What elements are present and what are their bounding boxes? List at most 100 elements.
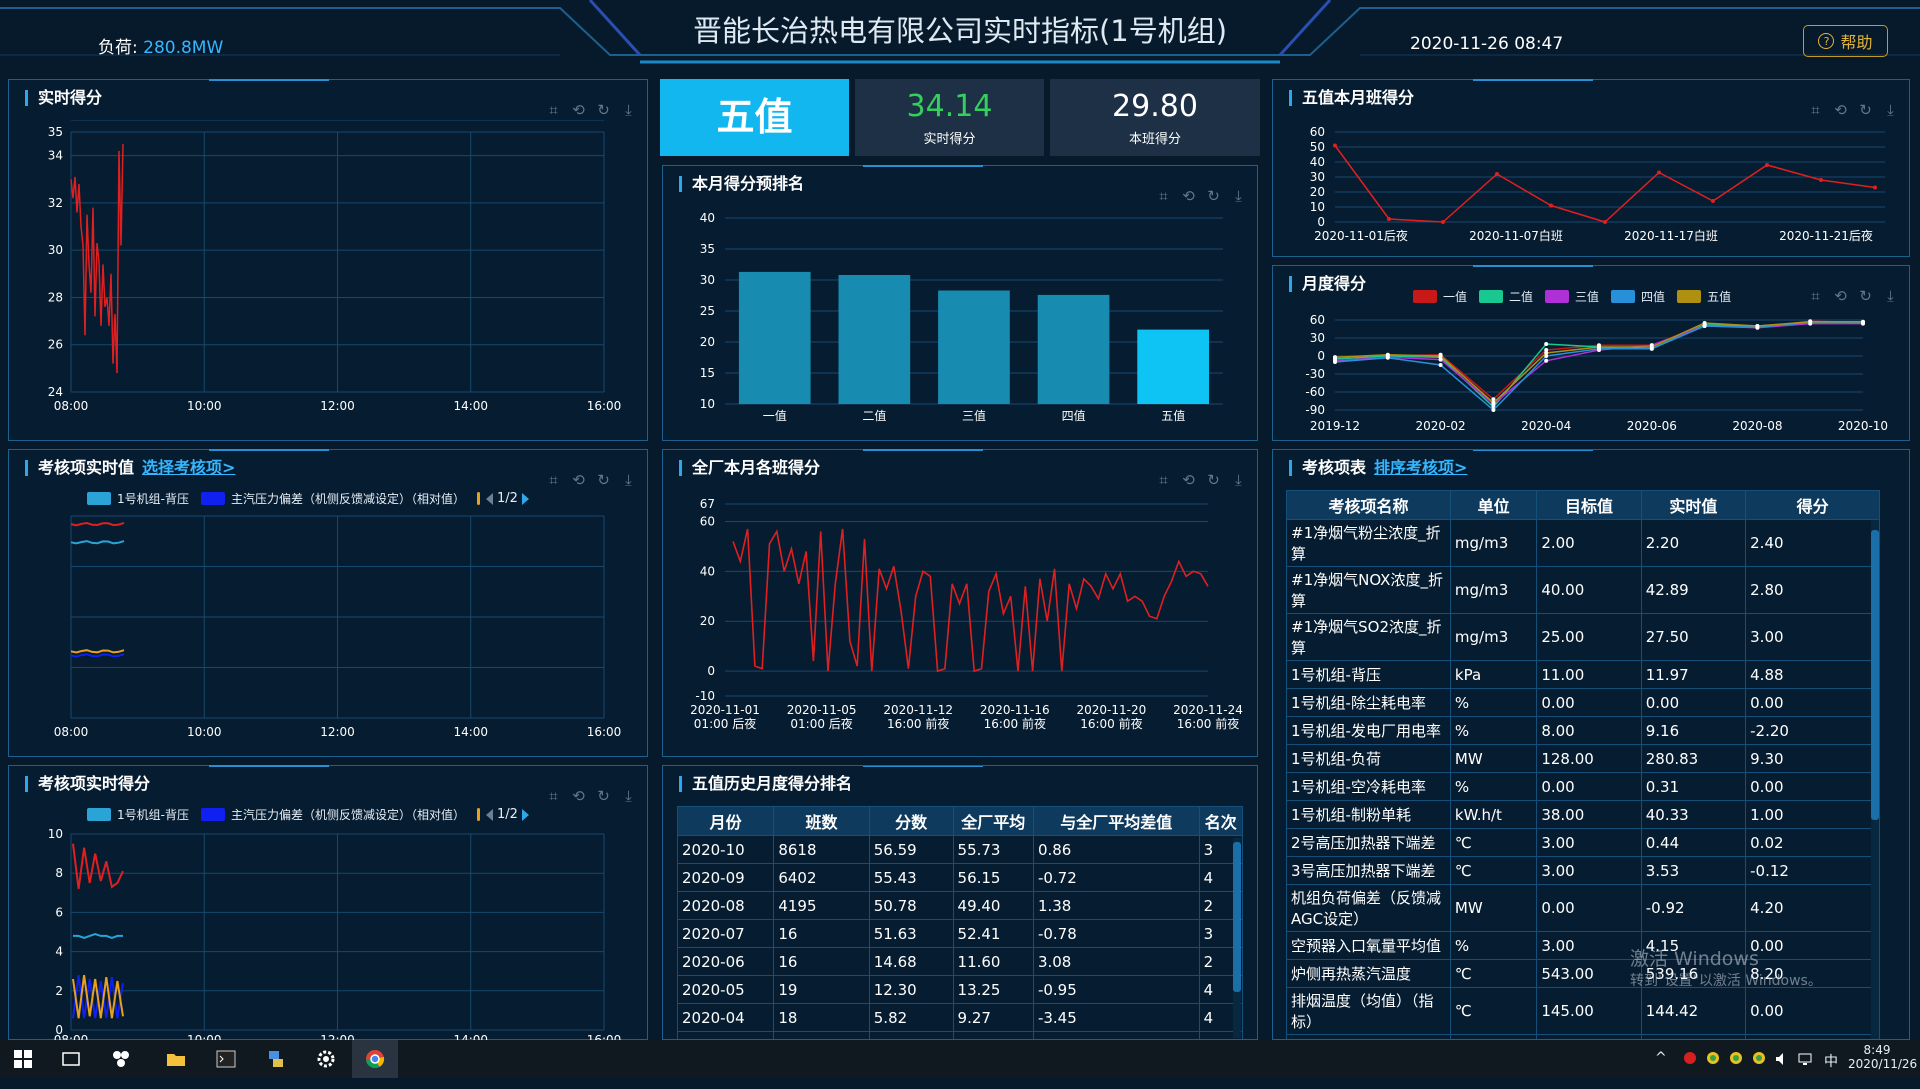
table-row[interactable]: 1号机组-负荷 MW 128.00 280.83 9.30 [1286,744,1880,773]
refresh-icon[interactable]: ↻ [595,788,612,805]
table-row[interactable]: 2020-08 4195 50.78 49.40 1.38 2 [676,891,1244,920]
scroll-thumb[interactable] [1871,530,1879,820]
download-icon[interactable]: ⤓ [1882,288,1899,305]
table-row[interactable]: 2020-09 6402 55.43 56.15 -0.72 4 [676,863,1244,892]
app-tray-icon[interactable] [1682,1050,1698,1066]
volume-icon[interactable] [1774,1051,1790,1067]
crop-icon[interactable]: ⌗ [545,472,562,489]
table-row[interactable]: 2020-04 18 5.82 9.27 -3.45 4 [676,1003,1244,1032]
table-row[interactable]: #1净烟气SO2浓度_折算 mg/m3 25.00 27.50 3.00 [1286,613,1880,661]
crop-icon[interactable]: ⌗ [1807,102,1824,119]
column-header[interactable]: 名次 [1198,806,1244,836]
legend-label[interactable]: 一值 [1443,288,1467,305]
refresh-icon[interactable]: ↻ [1205,472,1222,489]
settings-icon[interactable] [315,1048,337,1070]
legend-label[interactable]: 1号机组-背压 [117,490,189,507]
table-row[interactable]: 2020-05 19 12.30 13.25 -0.95 4 [676,975,1244,1004]
download-icon[interactable]: ⤓ [1230,472,1247,489]
page-title: 晋能长治热电有限公司实时指标(1号机组) [692,14,1228,48]
column-header[interactable]: 单位 [1449,490,1538,520]
column-header[interactable]: 考核项名称 [1286,490,1451,520]
scroll-thumb[interactable] [1233,842,1241,992]
network-app-icon[interactable] [265,1048,287,1070]
legend-label[interactable]: 1号机组-背压 [117,806,189,823]
chrome-icon[interactable] [364,1048,386,1070]
refresh-icon[interactable]: ↻ [595,472,612,489]
status-tray-icon[interactable] [1728,1050,1744,1066]
table-row[interactable]: 2020-06 16 14.68 11.60 3.08 2 [676,947,1244,976]
table-row[interactable]: #1净烟气NOX浓度_折算 mg/m3 40.00 42.89 2.80 [1286,566,1880,614]
table-row[interactable]: 2号高压加热器下端差 ℃ 3.00 0.44 0.02 [1286,828,1880,857]
restore-icon[interactable]: ⟲ [1180,472,1197,489]
table-row[interactable]: #1净烟气粉尘浓度_折算 mg/m3 2.00 2.20 2.40 [1286,519,1880,567]
legend-next-icon[interactable] [521,492,529,505]
table-row[interactable]: 机组负荷偏差（反馈减AGC设定） MW 0.00 -0.92 4.20 [1286,884,1880,932]
legend-label[interactable]: 主汽压力偏差（机侧反馈减设定）（相对值） [231,490,465,507]
column-header[interactable]: 与全厂平均差值 [1032,806,1200,836]
legend-prev-icon[interactable] [485,808,493,821]
download-icon[interactable]: ⤓ [620,472,637,489]
help-button[interactable]: ? 帮助 [1803,25,1888,57]
table-row[interactable]: 2020-10 8618 56.59 55.73 0.86 3 [676,835,1244,864]
table-cell: 8618 [773,835,870,864]
refresh-icon[interactable]: ↻ [1857,288,1874,305]
legend-pager: 1/2 [485,807,529,822]
legend-label[interactable]: 四值 [1641,288,1665,305]
refresh-icon[interactable]: ↻ [1857,102,1874,119]
column-header[interactable]: 实时值 [1640,490,1747,520]
windows-start-icon[interactable] [12,1048,34,1070]
column-header[interactable]: 月份 [676,806,775,836]
table-cell: 2020-04 [676,1003,775,1032]
network-icon[interactable] [1797,1051,1813,1067]
terminal-icon[interactable] [215,1048,237,1070]
table-row[interactable]: 1号机组-空冷耗电率% 0.00 0.31 0.00 [1286,772,1880,801]
restore-icon[interactable]: ⟲ [1832,288,1849,305]
ime-indicator[interactable]: 中 [1824,1051,1838,1089]
crop-icon[interactable]: ⌗ [545,102,562,119]
status-tray-icon[interactable] [1705,1050,1721,1066]
table-row[interactable]: 1号机组-背压 kPa 11.00 11.97 4.88 [1286,660,1880,689]
chevron-up-icon[interactable]: ^ [1655,1050,1667,1088]
download-icon[interactable]: ⤓ [1882,102,1899,119]
legend-label[interactable]: 二值 [1509,288,1533,305]
table-row[interactable]: 排烟温度（均值）（指标） ℃ 145.00 144.42 0.00 [1286,987,1880,1035]
sort-items-link[interactable]: 排序考核项> [1374,458,1467,477]
table-row[interactable]: 1号机组-制粉单耗 kW.h/t 38.00 40.33 1.00 [1286,800,1880,829]
crop-icon[interactable]: ⌗ [1807,288,1824,305]
download-icon[interactable]: ⤓ [620,102,637,119]
download-icon[interactable]: ⤓ [620,788,637,805]
table-row[interactable]: 空预器入口氧量平均值% 3.00 4.15 0.00 [1286,931,1880,960]
select-items-link[interactable]: 选择考核项> [142,458,235,477]
column-header[interactable]: 班数 [773,806,870,836]
restore-icon[interactable]: ⟲ [570,788,587,805]
task-view-icon[interactable] [60,1048,82,1070]
crop-icon[interactable]: ⌗ [545,788,562,805]
restore-icon[interactable]: ⟲ [570,472,587,489]
table-row[interactable]: 2020-0315-69.17-76.177.001 [676,1031,1244,1039]
table-row[interactable]: 1号机组-除尘耗电率% 0.00 0.00 0.00 [1286,688,1880,717]
table-row[interactable]: 1号机组-发电厂用电率% 8.00 9.16 -2.20 [1286,716,1880,745]
column-header[interactable]: 得分 [1745,490,1880,520]
legend-label[interactable]: 三值 [1575,288,1599,305]
legend-label[interactable]: 主汽压力偏差（机侧反馈减设定）（相对值） [231,806,465,823]
column-header[interactable]: 全厂平均 [952,806,1034,836]
legend-label[interactable]: 五值 [1707,288,1731,305]
item-table-scrollbar[interactable] [1871,520,1879,1039]
legend-next-icon[interactable] [521,808,529,821]
history-scrollbar[interactable] [1233,838,1241,1038]
taskbar-clock[interactable]: 8:49 2020/11/26 [1848,1043,1917,1081]
column-header[interactable]: 分数 [868,806,954,836]
refresh-icon[interactable]: ↻ [595,102,612,119]
status-tray-icon[interactable] [1751,1050,1767,1066]
table-row[interactable]: 2020-07 16 51.63 52.41 -0.78 3 [676,919,1244,948]
file-explorer-icon[interactable] [165,1048,187,1070]
table-cell: 1号机组-发电厂用电率 [1286,716,1451,745]
crop-icon[interactable]: ⌗ [1155,472,1172,489]
table-cell: 50.78 [868,891,954,920]
table-row[interactable]: 3号高压加热器下端差 ℃ 3.00 3.53 -0.12 [1286,856,1880,885]
column-header[interactable]: 目标值 [1536,490,1642,520]
restore-icon[interactable]: ⟲ [570,102,587,119]
restore-icon[interactable]: ⟲ [1832,102,1849,119]
app-icon[interactable] [110,1048,132,1070]
legend-prev-icon[interactable] [485,492,493,505]
